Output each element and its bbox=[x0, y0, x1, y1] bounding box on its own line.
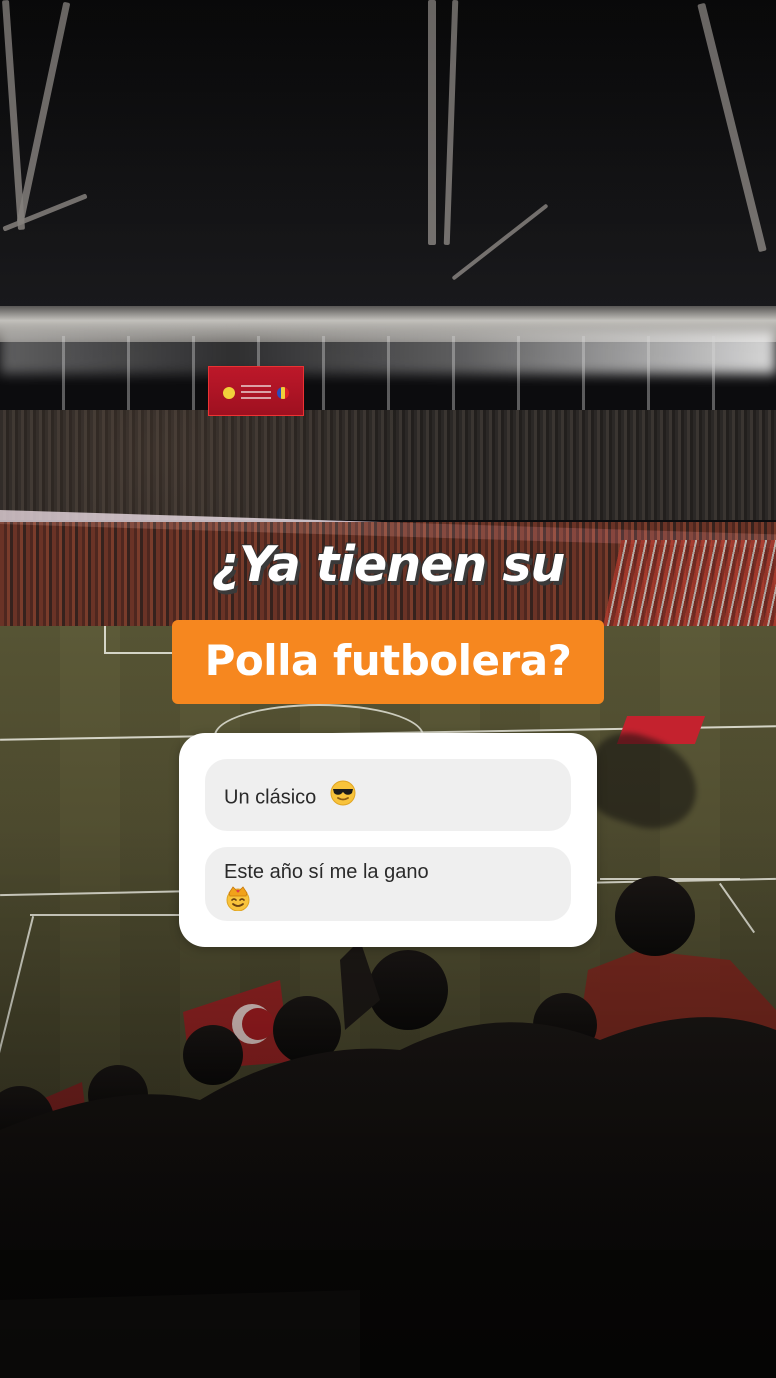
story-headline: ¿Ya tienen su bbox=[211, 536, 566, 593]
quiz-option-label: Un clásico bbox=[224, 786, 317, 809]
quiz-option-1[interactable]: Un clásico bbox=[205, 759, 571, 831]
quiz-sticker: Un clásico Este año sí me la gano bbox=[179, 733, 597, 947]
highlight-label-text: Polla futbolera? bbox=[204, 636, 572, 685]
quiz-option-2[interactable]: Este año sí me la gano bbox=[205, 847, 571, 921]
highlight-label: Polla futbolera? bbox=[172, 620, 604, 704]
crowned-face-icon bbox=[224, 885, 524, 918]
quiz-option-label: Este año sí me la gano bbox=[224, 861, 429, 883]
story-canvas: ¿Ya tienen su Polla futbolera? Un clásic… bbox=[0, 0, 776, 1378]
sunglasses-face-icon bbox=[330, 780, 356, 812]
